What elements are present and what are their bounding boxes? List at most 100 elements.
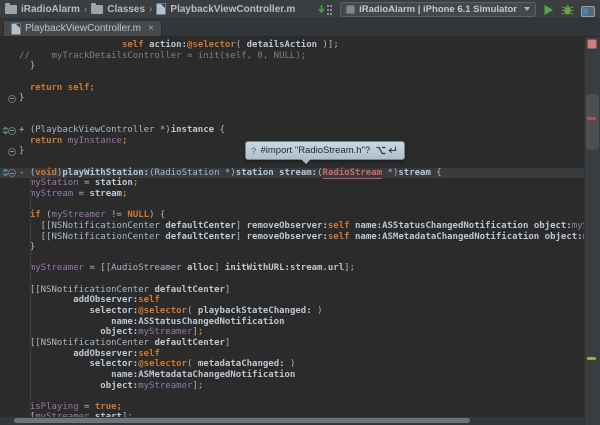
code-line: [[NSNotificationCenter defaultCenter] re… xyxy=(0,232,600,243)
code-token: = xyxy=(79,178,95,188)
error-stripe-mark-red[interactable] xyxy=(587,117,596,120)
gutter xyxy=(0,83,19,94)
run-configuration-select[interactable]: iRadioAlarm | iPhone 6.1 Simulator xyxy=(340,2,536,17)
code-token: ( xyxy=(187,359,198,369)
code-line xyxy=(0,104,600,115)
code-line: } xyxy=(0,242,600,253)
code-line: // myTrackDetailsController = init(self,… xyxy=(0,51,600,62)
popup-tail xyxy=(301,159,311,169)
code-token: @selector xyxy=(138,306,187,316)
gutter xyxy=(0,178,19,189)
code-line: selector:@selector( playbackStateChanged… xyxy=(0,306,600,317)
code-token: myStreamer xyxy=(138,327,192,337)
code-token xyxy=(19,381,100,391)
indent-guide xyxy=(30,178,31,416)
code-token: myStream xyxy=(30,189,73,199)
fold-marker-icon[interactable] xyxy=(8,169,16,177)
code-token xyxy=(19,263,30,273)
code-token: )] xyxy=(317,40,333,50)
gutter xyxy=(0,157,19,168)
code-editor[interactable]: self action:@selector( detailsAction )];… xyxy=(0,37,600,425)
code-token: ] xyxy=(225,285,230,295)
code-token: + (PlaybackViewController *) xyxy=(19,125,171,135)
gutter xyxy=(0,295,19,306)
code-token: isPlaying xyxy=(30,402,79,412)
code-token: myStreamer xyxy=(30,263,84,273)
code-line xyxy=(0,274,600,285)
file-status-indicator[interactable] xyxy=(587,39,597,49)
intention-text: #import "RadioStream.h"? xyxy=(261,145,371,156)
code-token: ( xyxy=(317,168,322,178)
code-token: addObserver: xyxy=(73,295,138,305)
fold-marker-icon[interactable] xyxy=(8,148,16,156)
gutter xyxy=(0,349,19,360)
code-token: ; xyxy=(198,327,203,337)
code-line: - (void)playWithStation:(RadioStation *)… xyxy=(0,168,600,179)
intention-popup[interactable]: ? #import "RadioStream.h"? xyxy=(245,141,405,160)
code-token: ; xyxy=(198,381,203,391)
code-token: { xyxy=(431,168,442,178)
folder-icon xyxy=(5,5,17,14)
code-token: defaultCenter xyxy=(165,232,235,242)
code-line: name:ASMetadataChangedNotification xyxy=(0,370,600,381)
code-token: NULL xyxy=(127,210,149,220)
error-stripe-mark-yellow[interactable] xyxy=(587,357,596,360)
code-token xyxy=(19,136,30,146)
close-icon[interactable]: × xyxy=(148,24,154,34)
code-token: // myTrackDetailsController = init(self,… xyxy=(19,51,306,61)
code-line xyxy=(0,253,600,264)
gutter xyxy=(0,391,19,402)
breadcrumb-classes[interactable]: Classes xyxy=(91,4,145,15)
code-area[interactable]: self action:@selector( detailsAction )];… xyxy=(0,40,600,423)
vcs-update-icon[interactable] xyxy=(318,3,333,15)
code-token: } xyxy=(19,61,35,71)
breadcrumb-project[interactable]: iRadioAlarm xyxy=(5,4,80,15)
debug-icon[interactable] xyxy=(561,3,574,15)
code-token: @selector xyxy=(138,359,187,369)
gutter xyxy=(0,370,19,381)
gutter xyxy=(0,253,19,264)
appcode-window: iRadioAlarm › Classes › PlaybackViewCont… xyxy=(0,0,600,425)
code-token: ( xyxy=(41,210,52,220)
tool-window-icon[interactable] xyxy=(581,4,595,15)
code-token: removeObserver: xyxy=(247,232,328,242)
horizontal-scrollbar-thumb[interactable] xyxy=(14,418,470,423)
fold-marker-icon[interactable] xyxy=(8,95,16,103)
code-token: = [[AudioStreamer xyxy=(84,263,187,273)
code-token: metadataChanged: xyxy=(198,359,285,369)
code-token: != xyxy=(106,210,128,220)
code-token xyxy=(19,295,73,305)
code-token: if xyxy=(30,210,41,220)
code-token: ] xyxy=(236,232,247,242)
code-token: object: xyxy=(545,232,583,242)
horizontal-scrollbar[interactable] xyxy=(0,417,585,425)
code-token: defaultCenter xyxy=(154,338,224,348)
gutter xyxy=(0,327,19,338)
code-token: name:ASMetadataChangedNotification xyxy=(355,232,539,242)
code-token xyxy=(19,189,30,199)
code-token: myInstance xyxy=(68,136,122,146)
code-token: [[NSNotificationCenter xyxy=(19,232,165,242)
code-token: *) xyxy=(382,168,398,178)
code-token: { xyxy=(214,125,225,135)
code-token: self xyxy=(122,40,144,50)
fold-marker-icon[interactable] xyxy=(8,127,16,135)
error-stripe[interactable] xyxy=(584,37,600,425)
code-token: defaultCenter xyxy=(154,285,224,295)
gutter xyxy=(0,51,19,62)
code-token: name:ASStatusChangedNotification xyxy=(355,221,528,231)
code-token: [[NSNotificationCenter xyxy=(19,338,154,348)
app-icon xyxy=(346,5,355,14)
code-token: (RadioStation *) xyxy=(149,168,236,178)
breadcrumb-file[interactable]: PlaybackViewController.m xyxy=(156,3,295,15)
code-token: station xyxy=(95,178,133,188)
code-line: } xyxy=(0,93,600,104)
tab-playbackviewcontroller[interactable]: PlaybackViewController.m × xyxy=(3,20,162,36)
gutter xyxy=(0,285,19,296)
run-button[interactable] xyxy=(543,3,554,15)
gutter xyxy=(0,136,19,147)
code-token: ( xyxy=(187,306,198,316)
code-line xyxy=(0,391,600,402)
vertical-scrollbar-thumb[interactable] xyxy=(586,94,599,150)
toolbar-right: iRadioAlarm | iPhone 6.1 Simulator xyxy=(318,2,595,17)
